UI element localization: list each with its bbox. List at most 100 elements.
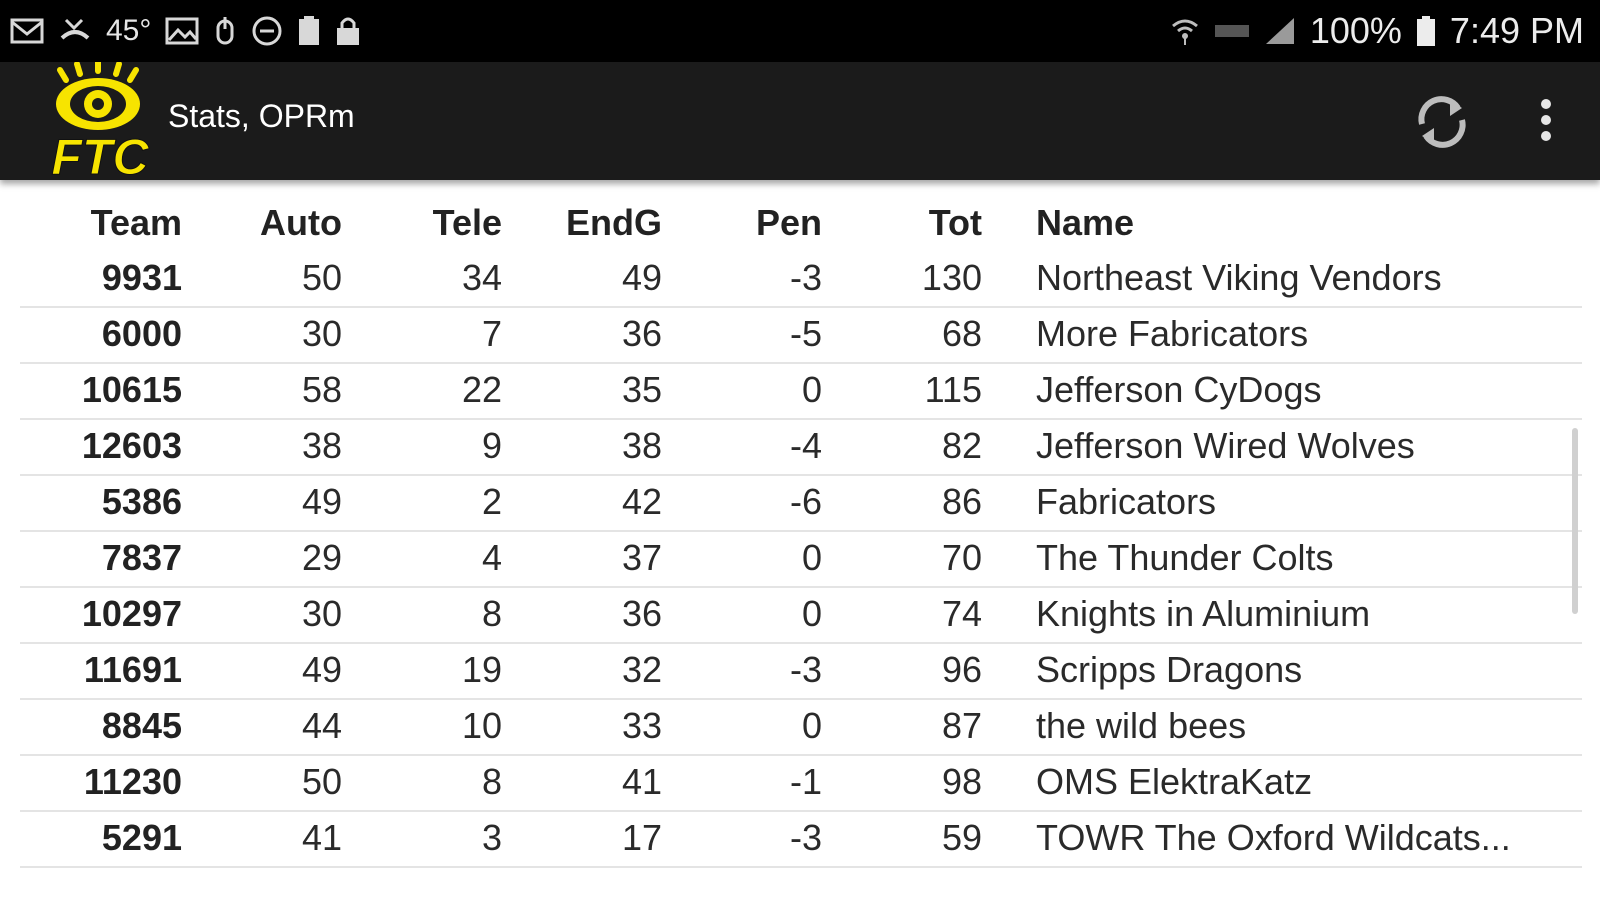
wifi-icon (1170, 13, 1200, 49)
cell-name: Scripps Dragons (1036, 649, 1303, 690)
scrollbar[interactable] (1572, 428, 1578, 614)
overflow-menu-icon[interactable] (1528, 92, 1564, 152)
table-row[interactable]: 11691 49 19 32 -3 96 Scripps Dragons (20, 644, 1582, 700)
table-header: Team Auto Tele EndG Pen Tot Name (20, 202, 1582, 248)
battery-percent: 100% (1309, 10, 1402, 51)
cell-team: 11691 (83, 649, 182, 690)
cell-tot: 74 (941, 593, 982, 634)
cell-name: Knights in Aluminium (1036, 593, 1371, 634)
table-row[interactable]: 11230 50 8 41 -1 98 OMS ElektraKatz (20, 756, 1582, 812)
cell-name: OMS ElektraKatz (1036, 761, 1313, 802)
clock-time: 7:49 PM (1449, 10, 1584, 51)
cell-team: 10297 (81, 593, 182, 634)
cell-auto: 44 (301, 705, 342, 746)
cell-pen: -3 (789, 649, 822, 690)
cell-team: 5386 (101, 481, 182, 522)
cell-name: Jefferson CyDogs (1036, 369, 1322, 410)
header-auto[interactable]: Auto (260, 202, 342, 244)
svg-text:FTC: FTC (51, 129, 149, 180)
lte-icon (1214, 13, 1250, 49)
status-bar-right: 100% 7:49 PM (1170, 10, 1584, 52)
cell-pen: -6 (789, 481, 822, 522)
cell-pen: 0 (801, 369, 822, 410)
cell-endg: 35 (621, 369, 662, 410)
refresh-icon[interactable] (1410, 90, 1474, 154)
header-name[interactable]: Name (1036, 202, 1134, 244)
cell-team: 9931 (101, 257, 182, 298)
cell-name: The Thunder Colts (1036, 537, 1334, 578)
cell-endg: 33 (621, 705, 662, 746)
cell-auto: 49 (301, 649, 342, 690)
battery-icon (1416, 13, 1436, 49)
table-row[interactable]: 5386 49 2 42 -6 86 Fabricators (20, 476, 1582, 532)
clipboard-icon (297, 13, 321, 49)
do-not-disturb-icon (251, 13, 283, 49)
cell-tot: 70 (941, 537, 982, 578)
cell-auto: 58 (301, 369, 342, 410)
cell-auto: 30 (301, 313, 342, 354)
cell-team: 10615 (81, 369, 182, 410)
table-row[interactable]: 5291 41 3 17 -3 59 TOWR The Oxford Wildc… (20, 812, 1582, 868)
table-row[interactable]: 9931 50 34 49 -3 130 Northeast Viking Ve… (20, 252, 1582, 308)
cell-pen: -5 (789, 313, 822, 354)
table-row[interactable]: 7837 29 4 37 0 70 The Thunder Colts (20, 532, 1582, 588)
cell-name: TOWR The Oxford Wildcats... (1036, 817, 1511, 858)
table-row[interactable]: 6000 30 7 36 -5 68 More Fabricators (20, 308, 1582, 364)
cell-auto: 50 (301, 761, 342, 802)
cell-tot: 96 (941, 649, 982, 690)
cell-endg: 36 (621, 593, 662, 634)
cell-tot: 130 (921, 257, 982, 298)
cell-pen: -4 (789, 425, 822, 466)
header-tele[interactable]: Tele (433, 202, 502, 244)
accessibility-icon (213, 13, 237, 49)
cell-tele: 22 (461, 369, 502, 410)
stats-table: Team Auto Tele EndG Pen Tot Name 9931 50… (0, 180, 1600, 900)
cell-endg: 41 (621, 761, 662, 802)
cell-pen: 0 (801, 705, 822, 746)
signal-icon (1264, 13, 1296, 49)
cell-team: 12603 (81, 425, 182, 466)
cell-endg: 32 (621, 649, 662, 690)
cell-auto: 30 (301, 593, 342, 634)
table-row[interactable]: 12603 38 9 38 -4 82 Jefferson Wired Wolv… (20, 420, 1582, 476)
cell-auto: 41 (301, 817, 342, 858)
cell-tele: 34 (461, 257, 502, 298)
cell-endg: 17 (621, 817, 662, 858)
app-bar: FTC Stats, OPRm (0, 59, 1600, 186)
cell-tele: 9 (481, 425, 502, 466)
table-row[interactable]: 10297 30 8 36 0 74 Knights in Aluminium (20, 588, 1582, 644)
header-tot[interactable]: Tot (929, 202, 982, 244)
cell-tele: 2 (481, 481, 502, 522)
cell-pen: 0 (801, 593, 822, 634)
cell-endg: 37 (621, 537, 662, 578)
cell-tele: 7 (481, 313, 502, 354)
header-team[interactable]: Team (91, 202, 182, 244)
cell-auto: 29 (301, 537, 342, 578)
cell-endg: 38 (621, 425, 662, 466)
stats-list: 9931 50 34 49 -3 130 Northeast Viking Ve… (20, 252, 1582, 868)
cell-team: 11230 (83, 761, 182, 802)
cell-endg: 42 (621, 481, 662, 522)
cell-team: 6000 (101, 313, 182, 354)
cell-team: 5291 (101, 817, 182, 858)
cell-tele: 4 (481, 537, 502, 578)
lock-icon (335, 13, 361, 49)
cell-tot: 87 (941, 705, 982, 746)
temperature-text: 45° (106, 14, 152, 47)
header-endg[interactable]: EndG (566, 202, 662, 244)
table-row[interactable]: 8845 44 10 33 0 87 the wild bees (20, 700, 1582, 756)
cell-team: 8845 (101, 705, 182, 746)
cell-tele: 3 (481, 817, 502, 858)
cell-name: Fabricators (1036, 481, 1217, 522)
table-row[interactable]: 10615 58 22 35 0 115 Jefferson CyDogs (20, 364, 1582, 420)
page-title: Stats, OPRm (168, 98, 355, 134)
cell-endg: 36 (621, 313, 662, 354)
cell-name: the wild bees (1036, 705, 1247, 746)
header-pen[interactable]: Pen (756, 202, 822, 244)
cell-pen: -3 (789, 257, 822, 298)
cell-endg: 49 (621, 257, 662, 298)
status-bar-left: 45° (10, 13, 361, 49)
cell-tele: 19 (461, 649, 502, 690)
cell-pen: 0 (801, 537, 822, 578)
cell-tot: 59 (941, 817, 982, 858)
